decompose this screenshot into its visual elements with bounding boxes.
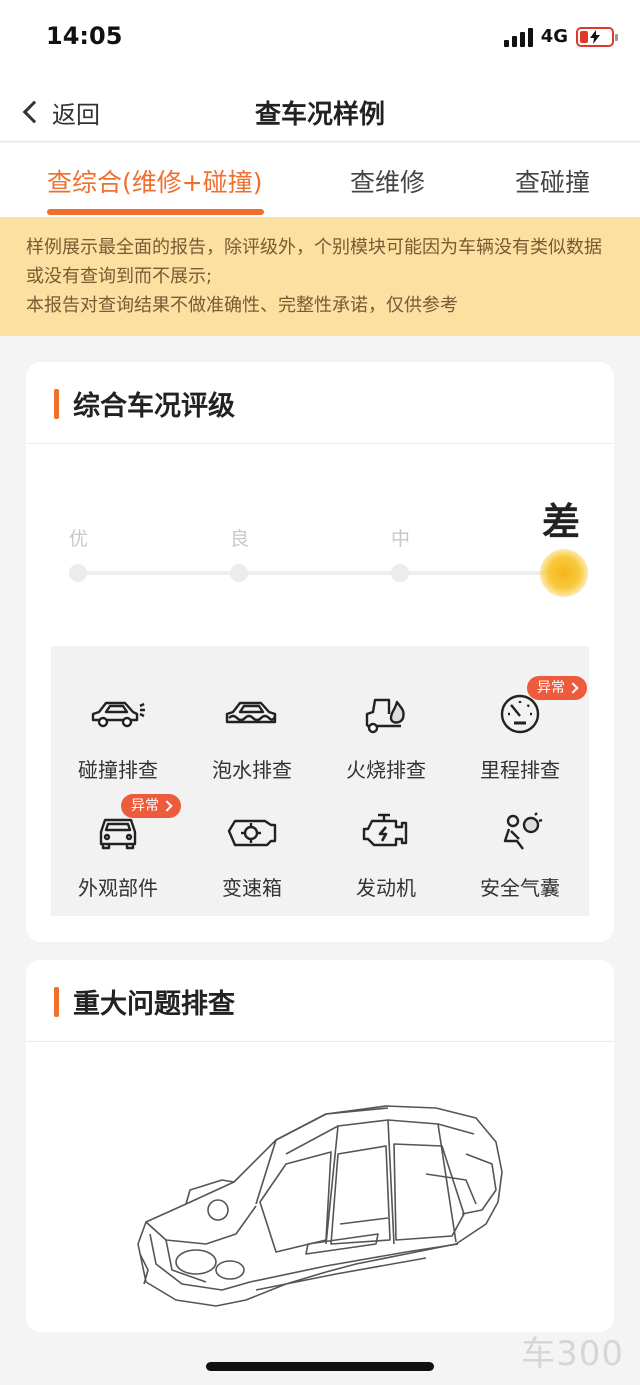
check-item-collision[interactable]: 碰撞排查 (51, 684, 185, 794)
abnormal-badge[interactable]: 异常 (121, 794, 181, 818)
gearbox-icon (222, 802, 282, 862)
check-item-fire[interactable]: 火烧排查 (319, 684, 453, 794)
check-label: 变速箱 (222, 876, 282, 900)
scale-dot-excellent (69, 564, 87, 582)
battery-charging-icon (576, 26, 618, 47)
engine-icon (356, 802, 416, 862)
current-rating-dot (540, 549, 588, 597)
rating-card-header: 综合车况评级 (26, 362, 614, 444)
check-item-engine[interactable]: 发动机 (319, 802, 453, 912)
rating-card: 综合车况评级 优 良 中 差 碰撞排查 泡水排查 火烧排查 异常 里程排查 异常… (26, 362, 614, 942)
tab-bar: 查综合(维修+碰撞) 查维修 查碰撞 (0, 143, 640, 217)
check-item-airbag[interactable]: 安全气囊 (453, 802, 587, 912)
page-title: 查车况样例 (254, 100, 385, 130)
notice-line-2: 本报告对查询结果不做准确性、完整性承诺，仅供参考 (26, 295, 458, 316)
car-frame-illustration (126, 1094, 516, 1324)
check-label: 发动机 (356, 876, 416, 900)
section-accent-bar (54, 987, 59, 1017)
tab-collision[interactable]: 查碰撞 (515, 163, 590, 199)
network-label: 4G (540, 26, 568, 47)
scale-label-excellent: 优 (69, 528, 89, 550)
watermark-logo: 车300 (521, 1334, 624, 1374)
abnormal-badge[interactable]: 异常 (527, 676, 587, 700)
scale-label-good: 良 (230, 528, 250, 550)
car-fire-icon (356, 684, 416, 744)
scale-dot-good (230, 564, 248, 582)
check-label: 外观部件 (78, 876, 158, 900)
status-indicators: 4G (503, 26, 618, 47)
major-card-header: 重大问题排查 (26, 960, 614, 1042)
major-issues-card: 重大问题排查 (26, 960, 614, 1332)
home-indicator[interactable] (206, 1362, 434, 1371)
check-item-gearbox[interactable]: 变速箱 (185, 802, 319, 912)
nav-bar: 返回 查车况样例 (0, 80, 640, 142)
active-tab-indicator (47, 209, 264, 215)
rating-scale: 优 良 中 差 (26, 444, 614, 644)
check-label: 安全气囊 (480, 876, 560, 900)
check-grid: 碰撞排查 泡水排查 火烧排查 异常 里程排查 异常 外观部件 变速箱 发动机 安… (51, 646, 589, 916)
check-item-flood[interactable]: 泡水排查 (185, 684, 319, 794)
tab-maintenance[interactable]: 查维修 (350, 163, 425, 199)
car-water-icon (222, 684, 282, 744)
check-item-mileage[interactable]: 异常 里程排查 (453, 676, 587, 794)
check-label: 里程排查 (480, 758, 560, 782)
scale-dot-medium (391, 564, 409, 582)
current-rating: 差 (542, 500, 581, 544)
check-item-exterior[interactable]: 异常 外观部件 (51, 794, 185, 912)
tab-comprehensive[interactable]: 查综合(维修+碰撞) (47, 163, 262, 199)
airbag-icon (490, 802, 550, 862)
status-bar: 14:05 4G (0, 0, 640, 80)
check-label: 火烧排查 (346, 758, 426, 782)
check-label: 碰撞排查 (78, 758, 158, 782)
signal-icon (503, 27, 533, 47)
scale-track (78, 571, 578, 575)
notice-line-1: 样例展示最全面的报告，除评级外，个别模块可能因为车辆没有类似数据或没有查询到而不… (26, 237, 602, 287)
scale-label-medium: 中 (391, 528, 411, 550)
major-card-title: 重大问题排查 (73, 989, 235, 1020)
status-time: 14:05 (46, 22, 123, 50)
check-label: 泡水排查 (212, 758, 292, 782)
rating-card-title: 综合车况评级 (73, 391, 235, 422)
section-accent-bar (54, 389, 59, 419)
car-crash-icon (88, 684, 148, 744)
notice-banner: 样例展示最全面的报告，除评级外，个别模块可能因为车辆没有类似数据或没有查询到而不… (0, 217, 640, 336)
